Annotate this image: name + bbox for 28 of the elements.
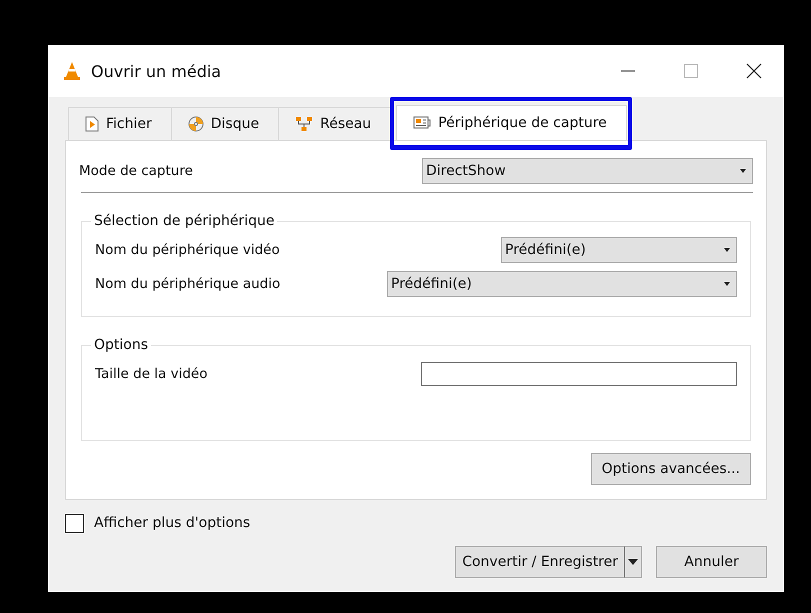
device-dropdown[interactable]: Prédéfini(e) [387, 270, 737, 296]
group-title: Options [93, 337, 150, 353]
traffic-cone-icon [63, 61, 81, 81]
close-icon[interactable] [746, 63, 762, 79]
device-dropdown[interactable]: Prédéfini(e) [501, 236, 737, 262]
advanced-options-button[interactable]: Options avancées... [590, 453, 751, 485]
video-size-field[interactable] [421, 362, 737, 386]
file-icon [85, 116, 99, 132]
disc-icon [188, 116, 204, 132]
field-label: Nom du périphérique audio [95, 276, 280, 292]
field-label: Nom du périphérique vidéo [95, 242, 280, 258]
caret-icon [724, 248, 730, 252]
caret-icon [740, 169, 746, 173]
field-label: Taille de la vidéo [95, 366, 208, 382]
window-title: Ouvrir un média [91, 62, 222, 80]
capture-mode-dropdown[interactable]: DirectShow [422, 158, 753, 184]
capture-card-icon [413, 115, 432, 131]
group-title: Sélection de périphérique [93, 213, 276, 229]
field-label: Mode de capture [79, 163, 193, 179]
checkbox-label: Afficher plus d'options [94, 515, 250, 531]
dropdown-button[interactable] [624, 546, 642, 578]
convert-save-button[interactable]: Convertir / Enregistrer [455, 546, 624, 578]
cancel-button[interactable]: Annuler [656, 546, 767, 578]
tab[interactable]: Périphérique de capture [396, 105, 627, 140]
caret-icon [724, 282, 730, 286]
network-icon [295, 116, 314, 132]
checkbox[interactable] [65, 514, 84, 532]
tab[interactable]: Fichier [68, 107, 172, 140]
